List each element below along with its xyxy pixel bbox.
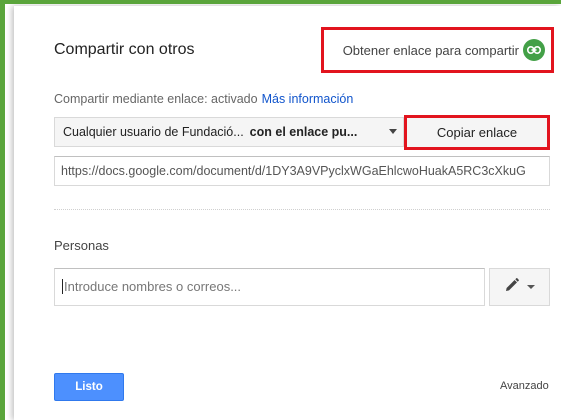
link-access-select-mode: con el enlace pu... bbox=[249, 125, 358, 139]
people-input-placeholder: Introduce nombres o correos... bbox=[64, 279, 242, 294]
done-button[interactable]: Listo bbox=[54, 373, 124, 401]
chevron-down-icon bbox=[527, 285, 535, 289]
share-url-field[interactable]: https://docs.google.com/document/d/1DY3A… bbox=[54, 156, 550, 186]
more-info-link[interactable]: Más información bbox=[262, 92, 354, 106]
section-divider bbox=[54, 209, 550, 210]
link-access-select[interactable]: Cualquier usuario de Fundació... con el … bbox=[54, 117, 404, 147]
get-shareable-link-button[interactable]: Obtener enlace para compartir bbox=[321, 27, 554, 73]
green-border-left bbox=[0, 0, 5, 420]
link-sharing-status: Compartir mediante enlace: activado Más i… bbox=[54, 92, 353, 106]
text-caret bbox=[62, 279, 63, 295]
pencil-icon bbox=[504, 277, 520, 298]
copy-link-button[interactable]: Copiar enlace bbox=[404, 115, 550, 150]
people-label: Personas bbox=[54, 238, 109, 253]
get-shareable-link-label: Obtener enlace para compartir bbox=[342, 42, 519, 58]
people-input[interactable]: Introduce nombres o correos... bbox=[54, 268, 485, 306]
dialog-title: Compartir con otros bbox=[54, 41, 195, 58]
chevron-down-icon bbox=[389, 129, 397, 134]
link-sharing-status-text: Compartir mediante enlace: activado bbox=[54, 92, 258, 106]
permission-dropdown-button[interactable] bbox=[489, 268, 550, 306]
link-access-select-who: Cualquier usuario de Fundació... bbox=[63, 125, 244, 139]
green-border-top bbox=[0, 0, 561, 4]
screenshot-frame: Compartir con otros Obtener enlace para … bbox=[0, 0, 561, 420]
advanced-link[interactable]: Avanzado bbox=[500, 380, 549, 392]
link-icon bbox=[523, 39, 545, 61]
